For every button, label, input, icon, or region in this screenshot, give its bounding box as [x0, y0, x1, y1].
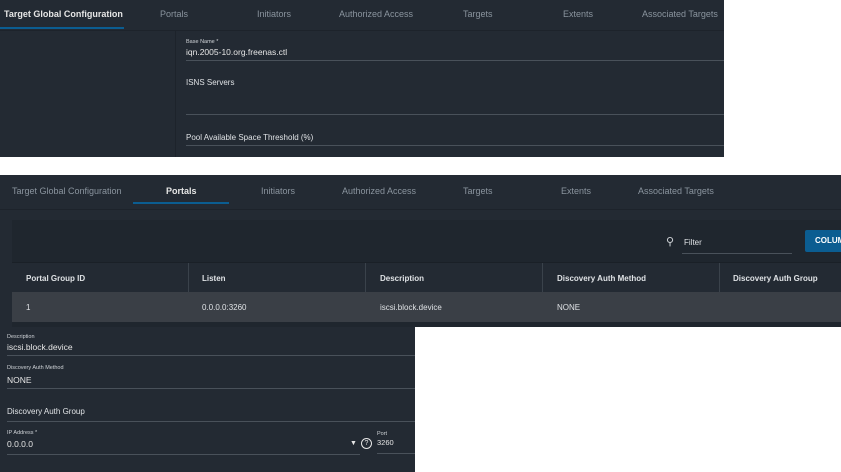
auth-method-label: Discovery Auth Method [7, 365, 64, 371]
tab-bar: Target Global Configuration Portals Init… [0, 0, 724, 31]
header-discovery-auth-method[interactable]: Discovery Auth Method [557, 274, 646, 283]
ip-address-label: IP Address * [7, 430, 38, 436]
tab-portals[interactable]: Portals [166, 177, 197, 205]
pool-threshold-underline [186, 145, 724, 146]
tab-target-global-configuration[interactable]: Target Global Configuration [4, 0, 123, 28]
tab-extents[interactable]: Extents [563, 0, 593, 28]
dropdown-arrow-icon[interactable]: ▼ [350, 440, 357, 447]
tab-authorized-access[interactable]: Authorized Access [339, 0, 413, 28]
active-tab-indicator [0, 27, 124, 29]
table-header: Portal Group ID Listen Description Disco… [12, 262, 841, 293]
column-divider [365, 263, 366, 293]
tab-target-global-configuration[interactable]: Target Global Configuration [12, 177, 122, 205]
pool-threshold-input[interactable]: Pool Available Space Threshold (%) [186, 133, 313, 142]
ip-address-select[interactable]: 0.0.0.0 [7, 439, 33, 449]
tab-associated-targets[interactable]: Associated Targets [638, 177, 714, 205]
header-discovery-auth-group[interactable]: Discovery Auth Group [733, 274, 818, 283]
auth-group-underline [7, 421, 415, 422]
columns-button[interactable]: COLUMNS [805, 230, 841, 252]
base-name-label: Base Name * [186, 39, 219, 45]
cell-listen: 0.0.0.0:3260 [202, 303, 247, 312]
base-name-underline [186, 60, 724, 61]
global-config-panel: Target Global Configuration Portals Init… [0, 0, 724, 157]
table-row[interactable]: 1 0.0.0.0:3260 iscsi.block.device NONE [12, 292, 841, 322]
cell-portal-group-id: 1 [26, 303, 31, 312]
tab-targets[interactable]: Targets [463, 177, 493, 205]
column-divider [542, 263, 543, 293]
tab-initiators[interactable]: Initiators [257, 0, 291, 28]
search-icon: ⚲ [666, 236, 675, 248]
header-listen[interactable]: Listen [202, 274, 226, 283]
auth-method-select[interactable]: NONE [7, 375, 32, 385]
column-divider [175, 31, 176, 157]
portal-form-panel: Description iscsi.block.device Discovery… [0, 327, 415, 472]
tab-portals[interactable]: Portals [160, 0, 188, 28]
ip-address-underline [7, 454, 360, 455]
tab-targets[interactable]: Targets [463, 0, 493, 28]
tab-initiators[interactable]: Initiators [261, 177, 295, 205]
description-label: Description [7, 334, 35, 340]
auth-method-underline [7, 388, 415, 389]
description-input[interactable]: iscsi.block.device [7, 342, 73, 352]
tab-bar: Target Global Configuration Portals Init… [0, 175, 841, 210]
isns-servers-input[interactable]: ISNS Servers [186, 78, 234, 87]
cell-discovery-auth-method: NONE [557, 303, 581, 312]
tab-extents[interactable]: Extents [561, 177, 591, 205]
port-label: Port [377, 431, 388, 437]
isns-underline [186, 114, 724, 115]
column-divider [188, 263, 189, 293]
filter-input[interactable]: Filter [684, 238, 702, 247]
column-divider [719, 263, 720, 293]
filter-underline [682, 253, 792, 254]
auth-group-select[interactable]: Discovery Auth Group [7, 407, 85, 416]
portals-table-card: ⚲ Filter COLUMNS Portal Group ID Listen … [12, 220, 841, 327]
port-input[interactable]: 3260 [377, 438, 394, 447]
base-name-input[interactable]: iqn.2005-10.org.freenas.ctl [186, 47, 287, 57]
port-underline [377, 453, 415, 454]
help-icon[interactable]: ? [361, 438, 372, 449]
header-description[interactable]: Description [380, 274, 424, 283]
active-tab-indicator [133, 202, 229, 204]
portals-panel: Target Global Configuration Portals Init… [0, 175, 841, 327]
tab-authorized-access[interactable]: Authorized Access [342, 177, 416, 205]
cell-description: iscsi.block.device [380, 303, 442, 312]
tab-associated-targets[interactable]: Associated Targets [642, 0, 718, 28]
header-portal-group-id[interactable]: Portal Group ID [26, 274, 85, 283]
description-underline [7, 355, 415, 356]
